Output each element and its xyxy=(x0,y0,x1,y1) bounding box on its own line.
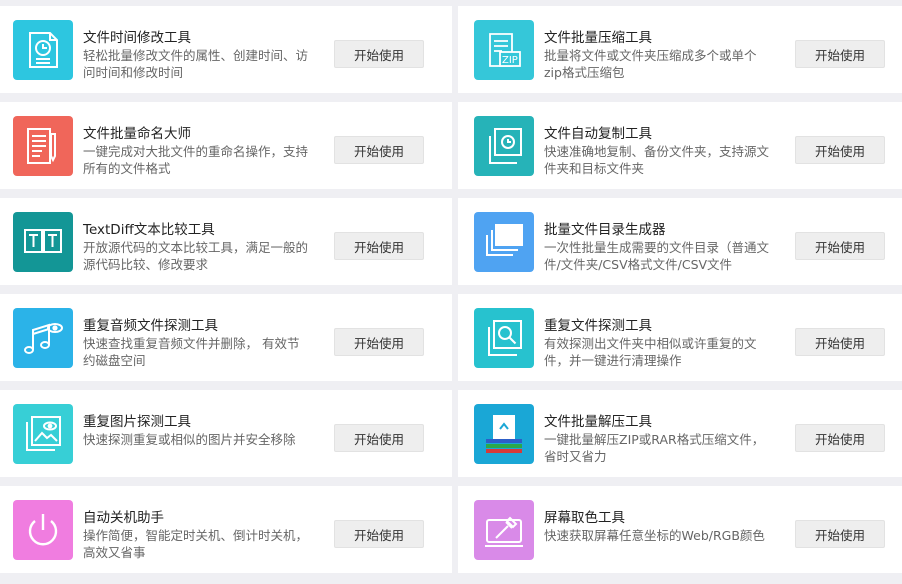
tool-title: 屏幕取色工具 xyxy=(544,510,625,526)
start-button[interactable]: 开始使用 xyxy=(795,136,885,164)
tool-description: 一次性批量生成需要的文件目录（普通文件/文件夹/CSV格式文件/CSV文件 xyxy=(544,240,770,272)
tool-description: 有效探测出文件夹中相似或许重复的文件，并一键进行清理操作 xyxy=(544,336,757,368)
tool-title: 文件批量命名大师 xyxy=(83,126,191,142)
file-search-icon xyxy=(474,308,534,368)
tool-description: 快速获取屏幕任意坐标的Web/RGB颜色 xyxy=(544,528,765,543)
tool-description: 快速查找重复音频文件并删除， 有效节约磁盘空间 xyxy=(83,336,300,368)
tool-description: 一键完成对大批文件的重命名操作，支持所有的文件格式 xyxy=(83,144,309,176)
tool-description: 快速探测重复或相似的图片并安全移除 xyxy=(83,432,296,447)
tool-card-color-picker: 屏幕取色工具 快速获取屏幕任意坐标的Web/RGB颜色 开始使用 xyxy=(458,486,902,573)
start-button[interactable]: 开始使用 xyxy=(334,520,424,548)
tool-description: 一键批量解压ZIP或RAR格式压缩文件，省时又省力 xyxy=(544,432,765,464)
tool-title: 重复文件探测工具 xyxy=(544,318,652,334)
power-icon xyxy=(13,500,73,560)
start-button[interactable]: 开始使用 xyxy=(334,328,424,356)
tool-card-duplicate-file: 重复文件探测工具 有效探测出文件夹中相似或许重复的文件，并一键进行清理操作 开始… xyxy=(458,294,902,381)
tool-description: 批量将文件或文件夹压缩成多个或单个zip格式压缩包 xyxy=(544,48,757,80)
start-button[interactable]: 开始使用 xyxy=(795,328,885,356)
tool-title: 文件批量解压工具 xyxy=(544,414,652,430)
tool-title: 批量文件目录生成器 xyxy=(544,222,666,238)
eyedropper-screen-icon xyxy=(474,500,534,560)
rename-document-pen-icon xyxy=(13,116,73,176)
image-eye-icon xyxy=(13,404,73,464)
tool-title: TextDiff文本比较工具 xyxy=(83,222,215,238)
start-button[interactable]: 开始使用 xyxy=(795,424,885,452)
tool-title: 重复音频文件探测工具 xyxy=(83,318,218,334)
start-button[interactable]: 开始使用 xyxy=(334,40,424,68)
text-compare-icon xyxy=(13,212,73,272)
tool-card-batch-compress: ZIP 文件批量压缩工具 批量将文件或文件夹压缩成多个或单个zip格式压缩包 开… xyxy=(458,6,902,93)
tool-card-auto-copy: 文件自动复制工具 快速准确地复制、备份文件夹，支持源文件夹和目标文件夹 开始使用 xyxy=(458,102,902,189)
music-notes-eye-icon xyxy=(13,308,73,368)
tool-card-auto-shutdown: 自动关机助手 操作简便，智能定时关机、倒计时关机，高效又省事 开始使用 xyxy=(0,486,452,573)
tool-description: 轻松批量修改文件的属性、创建时间、访问时间和修改时间 xyxy=(83,48,309,80)
copy-clock-icon xyxy=(474,116,534,176)
tool-card-file-time: 文件时间修改工具 轻松批量修改文件的属性、创建时间、访问时间和修改时间 开始使用 xyxy=(0,6,452,93)
tool-title: 文件自动复制工具 xyxy=(544,126,652,142)
start-button[interactable]: 开始使用 xyxy=(334,232,424,260)
unzip-stack-icon xyxy=(474,404,534,464)
tool-description: 开放源代码的文本比较工具，满足一般的源代码比较、修改要求 xyxy=(83,240,309,272)
start-button[interactable]: 开始使用 xyxy=(334,424,424,452)
tool-description: 快速准确地复制、备份文件夹，支持源文件夹和目标文件夹 xyxy=(544,144,770,176)
tool-card-batch-rename: 文件批量命名大师 一键完成对大批文件的重命名操作，支持所有的文件格式 开始使用 xyxy=(0,102,452,189)
start-button[interactable]: 开始使用 xyxy=(795,40,885,68)
file-clock-icon xyxy=(13,20,73,80)
stacked-folders-icon xyxy=(474,212,534,272)
zip-icon: ZIP xyxy=(474,20,534,80)
tool-title: 重复图片探测工具 xyxy=(83,414,191,430)
svg-text:ZIP: ZIP xyxy=(502,55,518,66)
tool-card-batch-extract: 文件批量解压工具 一键批量解压ZIP或RAR格式压缩文件，省时又省力 开始使用 xyxy=(458,390,902,477)
tool-card-directory-generator: 批量文件目录生成器 一次性批量生成需要的文件目录（普通文件/文件夹/CSV格式文… xyxy=(458,198,902,285)
start-button[interactable]: 开始使用 xyxy=(795,232,885,260)
tool-card-duplicate-image: 重复图片探测工具 快速探测重复或相似的图片并安全移除 开始使用 xyxy=(0,390,452,477)
start-button[interactable]: 开始使用 xyxy=(795,520,885,548)
tool-card-duplicate-audio: 重复音频文件探测工具 快速查找重复音频文件并删除， 有效节约磁盘空间 开始使用 xyxy=(0,294,452,381)
tool-description: 操作简便，智能定时关机、倒计时关机，高效又省事 xyxy=(83,528,309,560)
start-button[interactable]: 开始使用 xyxy=(334,136,424,164)
tool-title: 文件时间修改工具 xyxy=(83,30,191,46)
tool-title: 文件批量压缩工具 xyxy=(544,30,652,46)
tool-card-textdiff: TextDiff文本比较工具 开放源代码的文本比较工具，满足一般的源代码比较、修… xyxy=(0,198,452,285)
tool-title: 自动关机助手 xyxy=(83,510,164,526)
tool-grid: 文件时间修改工具 轻松批量修改文件的属性、创建时间、访问时间和修改时间 开始使用… xyxy=(0,0,902,584)
